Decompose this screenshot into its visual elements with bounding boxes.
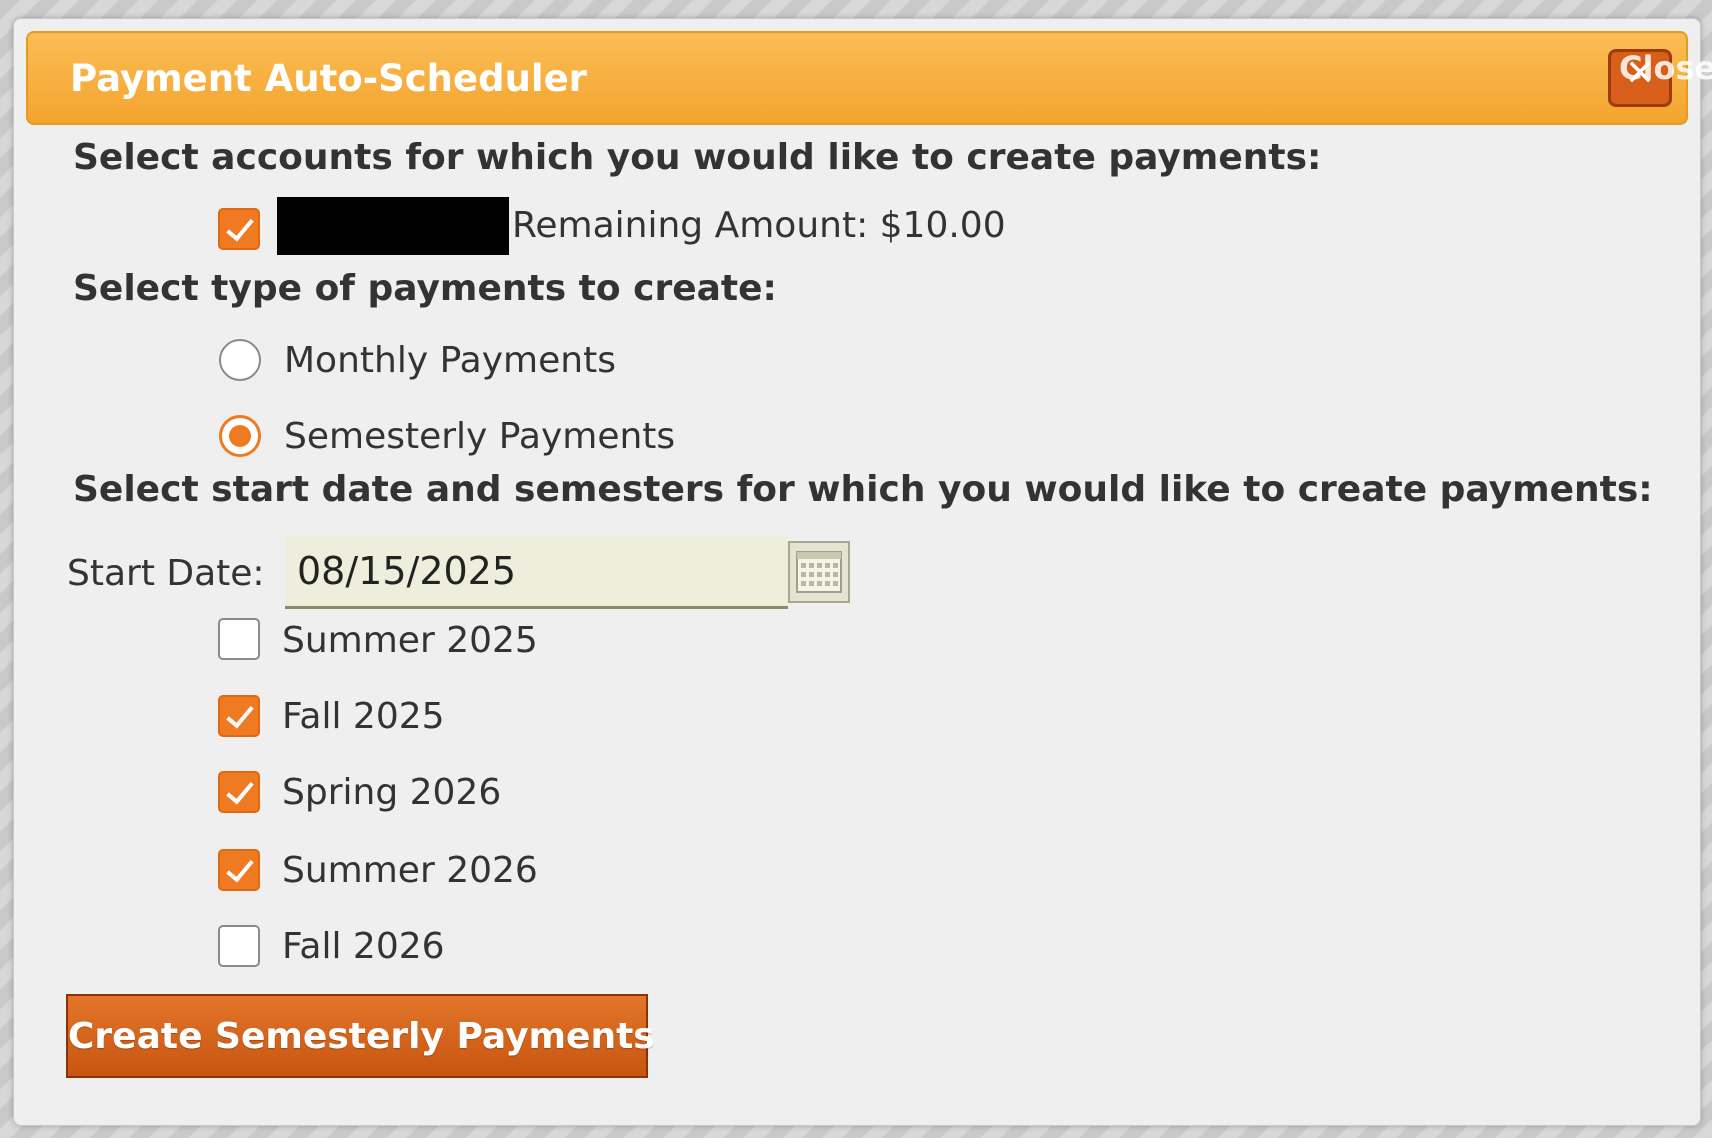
schedule-heading: Select start date and semesters for whic… [73, 469, 1653, 510]
semester-checkbox-summer-2025[interactable] [218, 618, 260, 660]
semesterly-payments-radio[interactable] [219, 415, 261, 457]
semester-checkbox-fall-2026[interactable] [218, 925, 260, 967]
account-checkbox[interactable] [218, 208, 260, 250]
semester-label-spring-2026: Spring 2026 [282, 772, 502, 813]
monthly-payments-radio[interactable] [219, 339, 261, 381]
close-button[interactable]: ✕ Close [1608, 49, 1712, 107]
close-label: Close [1619, 49, 1712, 87]
semester-label-summer-2026: Summer 2026 [282, 850, 538, 891]
semester-label-fall-2025: Fall 2025 [282, 696, 445, 737]
semester-label-fall-2026: Fall 2026 [282, 926, 445, 967]
start-date-input[interactable] [285, 535, 788, 609]
payment-auto-scheduler-dialog: Payment Auto-Scheduler ✕ Close Select ac… [13, 18, 1712, 1126]
payment-type-heading: Select type of payments to create: [73, 268, 777, 309]
semester-label-summer-2025: Summer 2025 [282, 620, 538, 661]
remaining-amount-label: Remaining Amount: $10.00 [512, 205, 1006, 246]
accounts-heading: Select accounts for which you would like… [73, 137, 1322, 178]
semesterly-payments-label: Semesterly Payments [284, 416, 676, 457]
redacted-account-name [277, 197, 509, 255]
calendar-icon [796, 551, 842, 593]
dialog-titlebar: Payment Auto-Scheduler ✕ Close [26, 31, 1712, 125]
semester-checkbox-fall-2025[interactable] [218, 695, 260, 737]
create-semesterly-payments-button[interactable]: Create Semesterly Payments [66, 994, 655, 1078]
semester-checkbox-summer-2026[interactable] [218, 849, 260, 891]
monthly-payments-label: Monthly Payments [284, 340, 616, 381]
start-date-label: Start Date: [67, 553, 265, 594]
dialog-title: Payment Auto-Scheduler [70, 57, 587, 100]
semester-checkbox-spring-2026[interactable] [218, 771, 260, 813]
calendar-button[interactable] [788, 541, 850, 603]
